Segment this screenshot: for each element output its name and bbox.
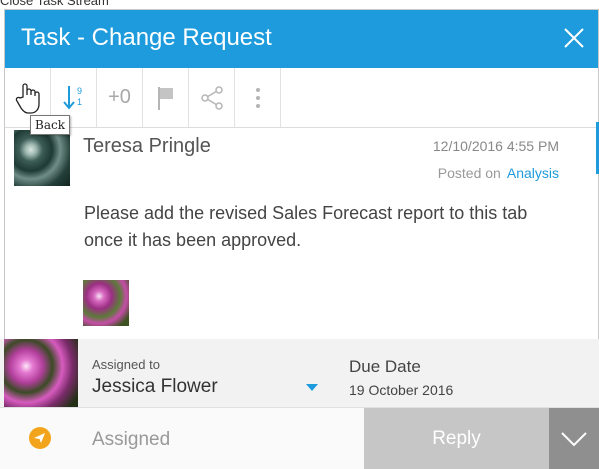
back-tooltip: Back [30,115,70,135]
due-date-label: Due Date [349,357,421,376]
status-assigned-icon [28,426,52,450]
attachment-thumbnail[interactable] [83,280,129,326]
post-date: 12/10/2016 4:55 PM [432,138,559,154]
plus-count-label: +0 [108,86,131,108]
assignment-bar [0,339,599,407]
flag-button[interactable] [143,68,189,127]
flag-icon [157,86,173,110]
caret-down-icon[interactable] [306,384,318,391]
sort-counter-top: 9 [77,86,82,96]
more-options-button[interactable] [235,68,281,127]
reply-button[interactable]: Reply [364,408,549,469]
posted-on-link[interactable]: Analysis [507,165,559,181]
chevron-down-icon [561,431,587,446]
plus-one-button[interactable]: +0 [97,68,143,127]
close-icon[interactable] [558,22,590,54]
task-header: Task - Change Request [5,10,598,68]
assigned-to-label: Assigned to [92,357,160,372]
posted-on-label: Posted on [437,165,501,181]
sort-counter-bottom: 1 [77,97,82,107]
more-vertical-icon [255,87,260,108]
post-author: Teresa Pringle [83,135,211,157]
hand-cursor-icon [15,82,40,114]
task-status: Assigned [92,429,171,450]
task-toolbar: 9 1 +0 [5,68,598,128]
close-task-stream-caption: Close Task Stream [0,0,109,8]
expand-button[interactable] [549,408,599,469]
share-icon [200,85,223,110]
assignee-select[interactable]: Jessica Flower [92,376,218,398]
posted-on: Posted on Analysis [438,165,559,181]
task-title: Task - Change Request [21,24,272,51]
due-date-value[interactable]: 19 October 2016 [349,382,453,398]
assignee-avatar [4,339,78,407]
share-button[interactable] [189,68,235,127]
sort-down-icon: 9 1 [62,85,82,110]
post-body: Please add the revised Sales Forecast re… [84,203,528,250]
poster-avatar [14,130,70,186]
